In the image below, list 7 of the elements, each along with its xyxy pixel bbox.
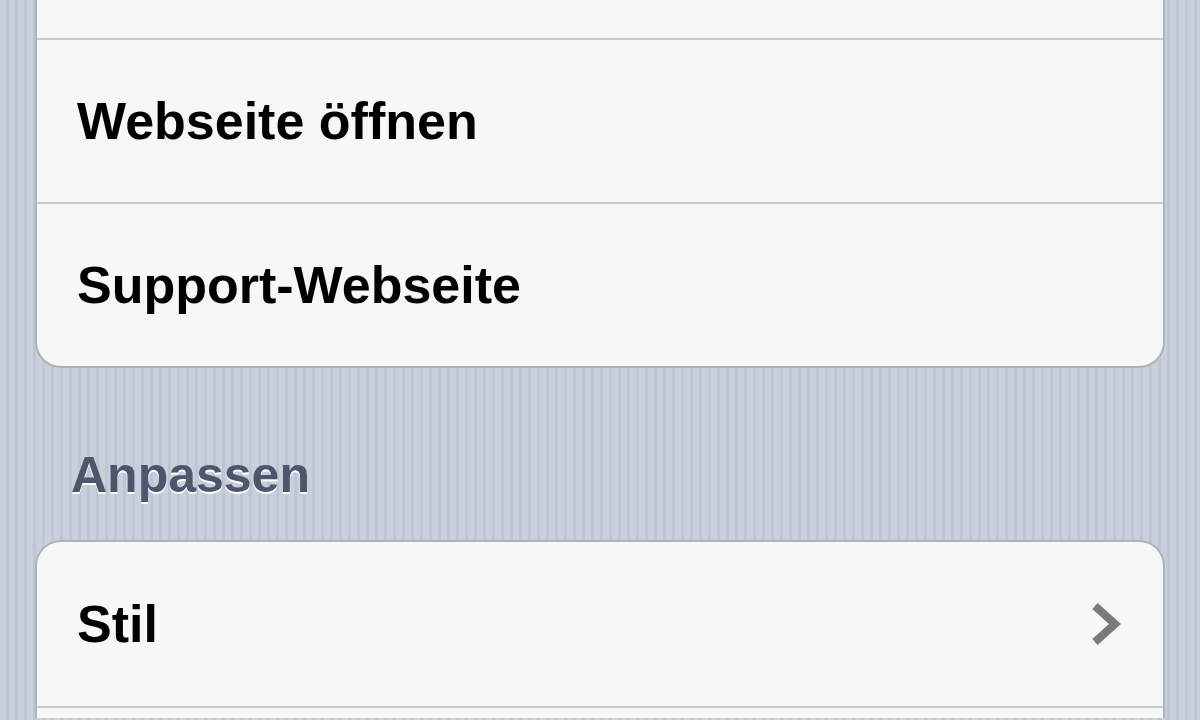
settings-row[interactable]: Webseite öffnen <box>37 38 1163 202</box>
settings-row[interactable]: Support-Webseite <box>37 202 1163 366</box>
row-label: Support-Webseite <box>77 255 521 315</box>
settings-row[interactable]: Stil <box>37 542 1163 706</box>
row-label: Stil <box>77 594 158 654</box>
row-label: Webseite öffnen <box>77 91 478 151</box>
section-header: Anpassen <box>70 446 311 505</box>
